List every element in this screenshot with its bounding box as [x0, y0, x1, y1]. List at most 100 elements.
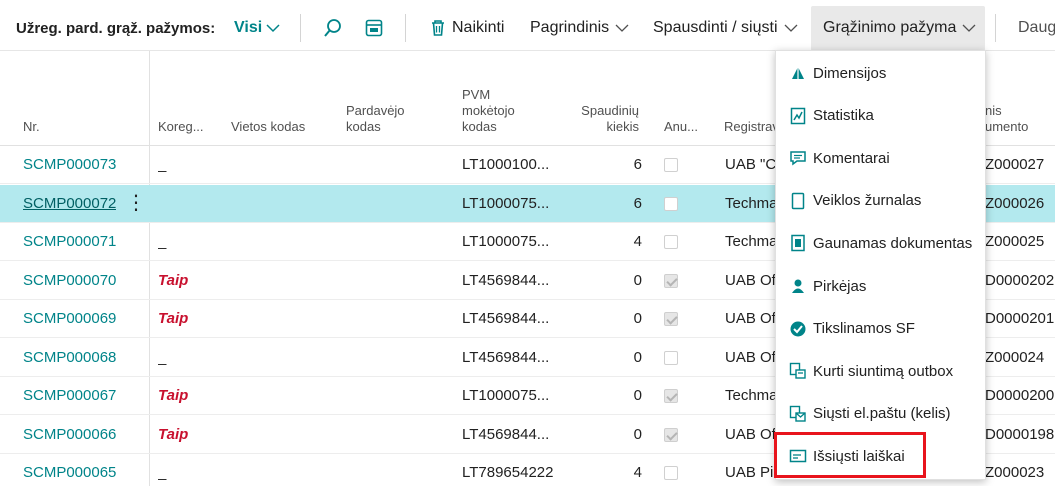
vat-code-value: LT4569844...: [462, 271, 550, 289]
row-number-link[interactable]: SCMP000067: [23, 377, 116, 415]
cancelled-checkbox[interactable]: [664, 350, 678, 365]
print-count-value: 6: [633, 194, 642, 212]
print-count-value: 6: [633, 156, 642, 173]
column-header-vat-code[interactable]: PVM mokėtojo kodas: [462, 87, 515, 135]
trash-icon: [432, 20, 444, 36]
menu-item-label: Siųsti el.paštu (kelis): [813, 405, 951, 423]
vat-code-value: LT4569844...: [462, 310, 550, 327]
incoming-document-icon: [789, 234, 807, 252]
menu-item-label: Dimensijos: [813, 64, 887, 82]
customer-icon: [789, 277, 807, 295]
highlight-annotation-box: [774, 432, 926, 478]
delete-label: Naikinti: [452, 19, 505, 36]
toolbar-separator: [300, 14, 301, 42]
column-header-nr[interactable]: Nr.: [23, 119, 40, 135]
vat-code-value: LT1000075...: [462, 194, 550, 212]
menu-item-dimensions[interactable]: Dimensijos: [776, 52, 987, 94]
dimensions-icon: [789, 64, 807, 82]
print-count-value: 0: [633, 271, 642, 289]
menu-item-label: Pirkėjas: [813, 277, 867, 295]
menu-item-activity-log[interactable]: Veiklos žurnalas: [776, 180, 987, 222]
print-send-label: Spausdinti / siųsti: [653, 19, 778, 36]
column-header-print-count[interactable]: Spaudinių kiekis: [576, 103, 639, 135]
document-value: Z000027: [985, 156, 1045, 173]
correction-value: Taip: [158, 425, 189, 443]
menu-item-label: Kurti siuntimą outbox: [813, 362, 954, 380]
menu-item-correction-invoice[interactable]: Tikslinamos SF: [776, 308, 987, 350]
chevron-down-icon: [615, 24, 629, 32]
column-header-cancelled[interactable]: Anu...: [664, 119, 698, 135]
menu-item-incoming-document[interactable]: Gaunamas dokumentas: [776, 222, 987, 264]
column-header-seller-code[interactable]: Pardavėjo kodas: [346, 103, 405, 135]
comments-icon: [789, 149, 807, 167]
cancelled-checkbox[interactable]: [664, 273, 678, 288]
cancelled-checkbox[interactable]: [664, 235, 678, 249]
menu-item-statistics[interactable]: Statistika: [776, 95, 987, 137]
view-filter-label: Visi: [234, 19, 263, 36]
menu-item-create-outbox[interactable]: Kurti siuntimą outbox: [776, 350, 987, 392]
menu-item-label: Komentarai: [813, 149, 890, 167]
vat-code-value: LT1000100...: [462, 156, 550, 173]
document-value: D0000202: [985, 271, 1055, 289]
column-header-location-code[interactable]: Vietos kodas: [231, 119, 305, 135]
return-certificate-menu-button[interactable]: Grąžinimo pažyma: [823, 19, 976, 37]
chevron-down-icon: [962, 24, 976, 32]
vat-code-value: LT4569844...: [462, 348, 550, 366]
correction-value: Taip: [158, 387, 189, 404]
cancelled-checkbox[interactable]: [664, 312, 678, 326]
filter-pane-icon[interactable]: [363, 16, 385, 40]
print-count-value: 0: [633, 425, 642, 443]
menu-item-comments[interactable]: Komentarai: [776, 137, 987, 179]
cancelled-checkbox[interactable]: [664, 427, 678, 442]
main-menu-label: Pagrindinis: [530, 19, 610, 36]
correction-value: _: [158, 156, 167, 173]
chevron-down-icon: [784, 24, 797, 32]
send-email-icon: [789, 405, 807, 423]
delete-button[interactable]: Naikinti: [430, 19, 504, 37]
row-number-link[interactable]: SCMP000072: [23, 185, 116, 223]
print-count-value: 0: [633, 348, 642, 366]
cancelled-checkbox[interactable]: [664, 196, 678, 211]
column-header-correction[interactable]: Koreg...: [158, 119, 204, 135]
menu-item-label: Statistika: [813, 107, 874, 125]
row-number-link[interactable]: SCMP000073: [23, 146, 116, 184]
row-number-link[interactable]: SCMP000065: [23, 454, 116, 486]
cancelled-checkbox[interactable]: [664, 158, 678, 172]
row-number-link[interactable]: SCMP000069: [23, 300, 116, 338]
return-certificate-label: Grąžinimo pažyma: [823, 19, 957, 36]
menu-item-send-email[interactable]: Siųsti el.paštu (kelis): [776, 393, 987, 435]
menu-item-label: Veiklos žurnalas: [813, 192, 922, 210]
document-value: Z000026: [985, 194, 1045, 212]
toolbar-separator: [405, 14, 406, 42]
correction-value: _: [158, 233, 167, 250]
more-options-label: Daug: [1018, 19, 1055, 36]
column-header-document[interactable]: nis umento: [985, 103, 1028, 135]
cancelled-checkbox[interactable]: [664, 466, 678, 480]
correction-value: _: [158, 348, 167, 366]
search-icon[interactable]: [322, 16, 344, 40]
main-menu-button[interactable]: Pagrindinis: [530, 19, 629, 37]
return-certificate-dropdown-menu: Dimensijos Statistika Komentarai Veiklos žu…: [775, 50, 986, 480]
row-number-link[interactable]: SCMP000071: [23, 223, 116, 261]
view-filter-dropdown[interactable]: Visi: [234, 19, 280, 37]
more-options-button[interactable]: Daug: [1018, 19, 1055, 37]
vat-code-value: LT789654222: [462, 464, 554, 481]
row-number-link[interactable]: SCMP000070: [23, 262, 116, 300]
vat-code-value: LT4569844...: [462, 425, 550, 443]
print-send-menu-button[interactable]: Spausdinti / siųsti: [653, 19, 798, 37]
vat-code-value: LT1000075...: [462, 387, 550, 404]
menu-item-customer[interactable]: Pirkėjas: [776, 265, 987, 307]
column-header-registered[interactable]: Registrav: [724, 119, 779, 135]
row-number-link[interactable]: SCMP000068: [23, 339, 116, 377]
menu-item-label: Tikslinamos SF: [813, 320, 915, 338]
document-value: Z000023: [985, 464, 1045, 481]
print-count-value: 4: [633, 464, 642, 481]
cancelled-checkbox[interactable]: [664, 389, 678, 403]
print-count-value: 0: [633, 387, 642, 404]
row-actions-icon[interactable]: ⋮: [126, 185, 146, 223]
correction-value: Taip: [158, 271, 189, 289]
row-number-link[interactable]: SCMP000066: [23, 416, 116, 454]
vat-code-value: LT1000075...: [462, 233, 550, 250]
document-value: D0000201: [985, 310, 1055, 327]
correction-value: _: [158, 464, 167, 481]
